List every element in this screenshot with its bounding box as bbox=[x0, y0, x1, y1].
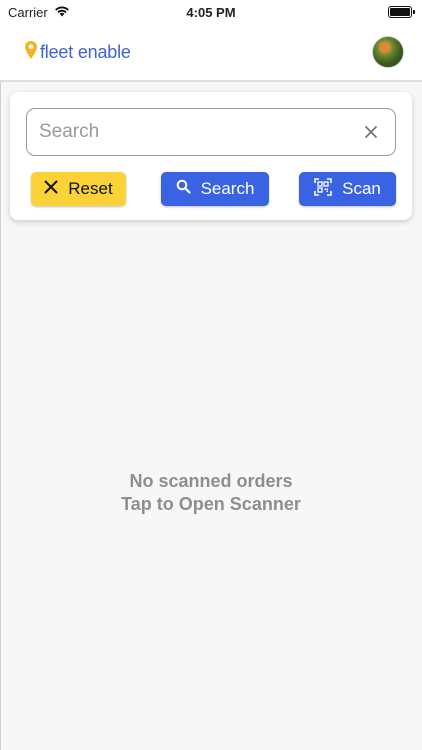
qr-code-icon bbox=[314, 177, 332, 201]
status-time: 4:05 PM bbox=[186, 4, 236, 20]
search-field[interactable] bbox=[26, 108, 396, 156]
brand-name: fleet enable bbox=[40, 41, 131, 62]
empty-state-hint: Tap to Open Scanner bbox=[121, 494, 301, 514]
search-input[interactable] bbox=[39, 121, 359, 143]
scan-button[interactable]: Scan bbox=[299, 172, 396, 206]
search-icon bbox=[176, 179, 191, 199]
battery-icon bbox=[388, 6, 415, 18]
map-pin-icon bbox=[24, 40, 38, 65]
empty-state[interactable]: No scanned orders Tap to Open Scanner bbox=[0, 470, 422, 516]
battery-level bbox=[390, 8, 410, 16]
screen-edge bbox=[0, 82, 1, 750]
brand-logo[interactable]: fleet enable bbox=[24, 40, 131, 65]
search-card: Reset Search Scan bbox=[10, 92, 412, 220]
reset-label: Reset bbox=[68, 179, 113, 198]
user-avatar[interactable] bbox=[372, 36, 404, 68]
empty-state-title: No scanned orders bbox=[129, 471, 293, 491]
reset-button[interactable]: Reset bbox=[31, 172, 126, 206]
close-icon[interactable] bbox=[359, 120, 383, 144]
search-label: Search bbox=[200, 179, 255, 198]
search-button[interactable]: Search bbox=[161, 172, 269, 206]
app-header: fleet enable bbox=[0, 24, 422, 82]
status-bar: Carrier 4:05 PM bbox=[0, 0, 422, 24]
scan-label: Scan bbox=[342, 179, 381, 198]
close-icon bbox=[44, 179, 58, 199]
